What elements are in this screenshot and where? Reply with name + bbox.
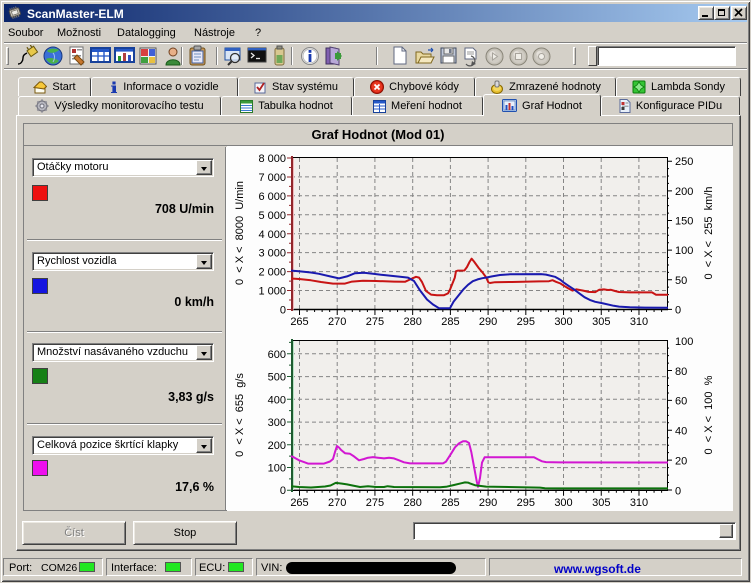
svg-text:310: 310 (630, 497, 648, 509)
svg-text:285: 285 (441, 316, 459, 328)
svg-text:2 000: 2 000 (258, 267, 286, 279)
svg-text:275: 275 (366, 316, 384, 328)
svg-text:150: 150 (675, 216, 693, 228)
svg-text:4 000: 4 000 (258, 229, 286, 241)
svg-text:0: 0 (675, 304, 681, 316)
svg-text:305: 305 (592, 316, 610, 328)
svg-text:40: 40 (675, 426, 687, 438)
svg-text:285: 285 (441, 497, 459, 509)
svg-text:0 < X < 255 km/h: 0 < X < 255 km/h (703, 187, 715, 280)
svg-text:265: 265 (290, 316, 308, 328)
svg-text:295: 295 (517, 316, 535, 328)
svg-text:300: 300 (554, 497, 572, 509)
svg-text:100: 100 (268, 463, 286, 475)
svg-text:7 000: 7 000 (258, 172, 286, 184)
svg-text:250: 250 (675, 156, 693, 168)
svg-text:200: 200 (675, 186, 693, 198)
svg-text:300: 300 (268, 417, 286, 429)
svg-text:270: 270 (328, 316, 346, 328)
svg-text:270: 270 (328, 497, 346, 509)
svg-text:200: 200 (268, 440, 286, 452)
svg-text:8 000: 8 000 (258, 153, 286, 165)
svg-text:305: 305 (592, 497, 610, 509)
svg-text:20: 20 (675, 455, 687, 467)
svg-text:275: 275 (366, 497, 384, 509)
svg-text:100: 100 (675, 245, 693, 257)
svg-text:0 < X < 8000 U/min: 0 < X < 8000 U/min (234, 181, 246, 285)
svg-text:290: 290 (479, 316, 497, 328)
svg-text:80: 80 (675, 366, 687, 378)
svg-text:0: 0 (280, 485, 286, 497)
svg-text:295: 295 (517, 497, 535, 509)
svg-text:280: 280 (404, 497, 422, 509)
svg-text:100: 100 (675, 336, 693, 348)
svg-text:500: 500 (268, 372, 286, 384)
svg-text:400: 400 (268, 394, 286, 406)
svg-text:0 < X < 655 g/s: 0 < X < 655 g/s (234, 373, 246, 457)
svg-text:300: 300 (554, 316, 572, 328)
svg-text:0: 0 (675, 485, 681, 497)
svg-text:3 000: 3 000 (258, 248, 286, 260)
svg-text:265: 265 (290, 497, 308, 509)
svg-text:1 000: 1 000 (258, 286, 286, 298)
svg-text:0: 0 (280, 305, 286, 317)
svg-text:290: 290 (479, 497, 497, 509)
svg-text:600: 600 (268, 349, 286, 361)
svg-text:310: 310 (630, 316, 648, 328)
svg-text:5 000: 5 000 (258, 210, 286, 222)
svg-text:50: 50 (675, 275, 687, 287)
svg-text:6 000: 6 000 (258, 191, 286, 203)
svg-text:280: 280 (404, 316, 422, 328)
svg-text:60: 60 (675, 396, 687, 408)
svg-text:0 < X < 100 %: 0 < X < 100 % (703, 375, 715, 454)
